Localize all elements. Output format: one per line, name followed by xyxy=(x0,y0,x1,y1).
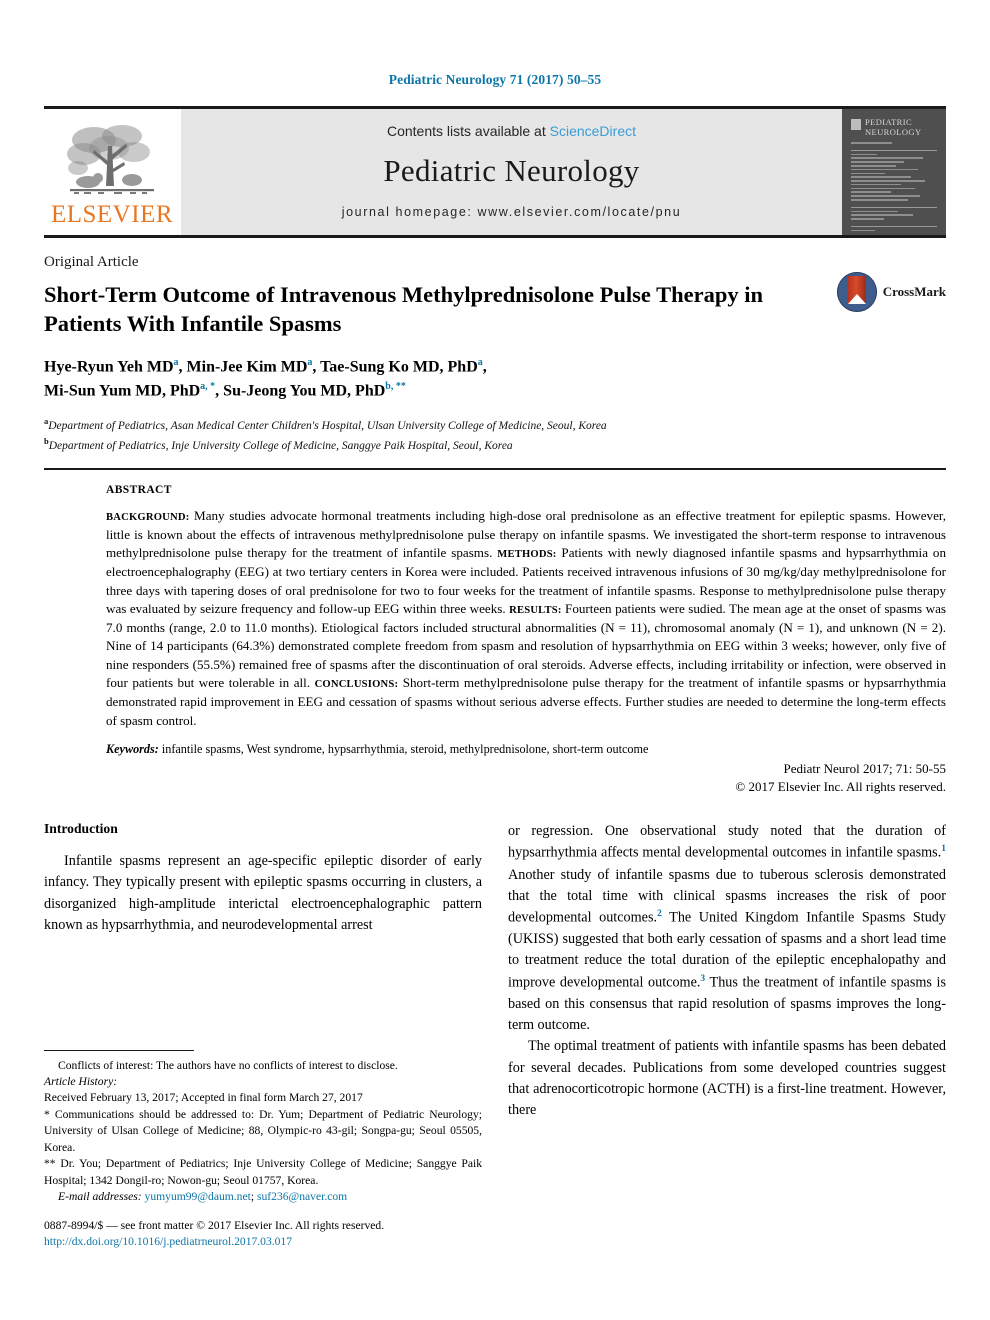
keywords-values: infantile spasms, West syndrome, hypsarr… xyxy=(158,742,649,757)
abstract-text: BACKGROUND: Many studies advocate hormon… xyxy=(106,507,946,730)
sciencedirect-link[interactable]: ScienceDirect xyxy=(550,123,636,139)
contents-available-line: Contents lists available at ScienceDirec… xyxy=(387,123,636,139)
footnote-emails: E-mail addresses: yumyum99@daum.net; suf… xyxy=(44,1189,482,1205)
abstract-label: ABSTRACT xyxy=(106,484,172,497)
copyright-line: © 2017 Elsevier Inc. All rights reserved… xyxy=(735,779,946,795)
author-3: , Tae-Sung Ko MD, PhD xyxy=(312,357,478,375)
affiliation-b-text: Department of Pediatrics, Inje Universit… xyxy=(48,439,513,452)
citation-line: Pediatr Neurol 2017; 71: 50-55 xyxy=(783,761,946,777)
footnotes-block: Conflicts of interest: The authors have … xyxy=(44,1042,482,1252)
citation-ref-1[interactable]: 1 xyxy=(941,844,946,854)
email-label: E-mail addresses: xyxy=(58,1190,142,1204)
page-title: Short-Term Outcome of Intravenous Methyl… xyxy=(44,282,763,336)
contents-prefix: Contents lists available at xyxy=(386,123,550,139)
crossmark-icon xyxy=(836,272,877,312)
footnote-correspondence-2: ** Dr. You; Department of Pediatrics; In… xyxy=(44,1156,482,1189)
journal-cover-thumbnail: PEDIATRIC NEUROLOGY xyxy=(842,109,946,235)
journal-banner: ELSEVIER Contents lists available at Sci… xyxy=(44,106,946,238)
affiliation-a: aDepartment of Pediatrics, Asan Medical … xyxy=(44,415,946,435)
cover-placeholder-lines xyxy=(851,142,937,232)
corr-2-text: Dr. You; Department of Pediatrics; Inje … xyxy=(44,1157,482,1187)
paper-page: Pediatric Neurology 71 (2017) 50–55 ELSE… xyxy=(0,0,990,1320)
author-5-affil-mark: b, ** xyxy=(385,380,406,392)
footer-block: 0887-8994/$ — see front matter © 2017 El… xyxy=(44,1218,482,1252)
affiliation-b: bDepartment of Pediatrics, Inje Universi… xyxy=(44,435,946,455)
corr-2-mark: ** xyxy=(44,1157,56,1171)
crossmark-badge-group[interactable]: CrossMark xyxy=(836,272,946,312)
left-column: Introduction Infantile spasms represent … xyxy=(44,821,482,1251)
author-line1-end: , xyxy=(482,357,487,375)
article-history-label: Article History: xyxy=(44,1074,118,1088)
right-column-text: or regression. One observational study n… xyxy=(508,821,946,1121)
footnote-correspondence-1: * Communications should be addressed to:… xyxy=(44,1107,482,1156)
right-column: or regression. One observational study n… xyxy=(508,821,946,1251)
abstract-heading-conclusions: CONCLUSIONS: xyxy=(314,679,399,691)
affiliation-a-text: Department of Pediatrics, Asan Medical C… xyxy=(48,420,607,433)
abstract-heading-results: RESULTS: xyxy=(509,605,562,617)
intro-paragraph-2: The optimal treatment of patients with i… xyxy=(508,1038,946,1119)
intro-paragraph-1: Infantile spasms represent an age-specif… xyxy=(44,853,482,934)
author-list: Hye-Ryun Yeh MDa, Min-Jee Kim MDa, Tae-S… xyxy=(44,355,834,404)
elsevier-logo: ELSEVIER xyxy=(44,109,180,235)
crossmark-label: CrossMark xyxy=(882,284,946,299)
abstract-heading-methods: METHODS: xyxy=(497,549,557,561)
abstract-heading-background: BACKGROUND: xyxy=(106,512,190,524)
email-link-1[interactable]: yumyum99@daum.net xyxy=(145,1190,251,1203)
banner-center: Contents lists available at ScienceDirec… xyxy=(180,109,842,235)
elsevier-wordmark: ELSEVIER xyxy=(50,200,174,228)
author-4: Mi-Sun Yum MD, PhD xyxy=(44,382,201,400)
journal-title: Pediatric Neurology xyxy=(383,153,640,188)
body-columns: Introduction Infantile spasms represent … xyxy=(44,821,946,1251)
section-heading-introduction: Introduction xyxy=(44,821,118,837)
journal-homepage-link[interactable]: journal homepage: www.elsevier.com/locat… xyxy=(342,205,682,219)
footnote-conflicts: Conflicts of interest: The authors have … xyxy=(58,1058,398,1072)
footnote-divider xyxy=(44,1049,194,1051)
author-5: , Su-Jeong You MD, PhD xyxy=(215,382,386,400)
abstract-gutter xyxy=(44,484,106,795)
left-column-text: Infantile spasms represent an age-specif… xyxy=(44,851,482,936)
cover-emblem-icon xyxy=(851,119,861,130)
intro-paragraph-continued: or regression. One observational study n… xyxy=(508,821,946,1036)
doi-link[interactable]: http://dx.doi.org/10.1016/j.pediatrneuro… xyxy=(44,1234,482,1251)
email-link-2[interactable]: suf236@naver.com xyxy=(257,1190,347,1203)
rp1-a: or regression. One observational study n… xyxy=(508,823,946,862)
keywords-line: Keywords: infantile spasms, West syndrom… xyxy=(106,742,946,757)
cover-title-line-2: NEUROLOGY xyxy=(865,126,922,137)
footnote-history: Received February 13, 2017; Accepted in … xyxy=(44,1091,363,1105)
keywords-label: Keywords: xyxy=(106,742,159,757)
author-1: Hye-Ryun Yeh MD xyxy=(44,357,174,375)
elsevier-tree-icon xyxy=(67,124,154,194)
issn-front-matter: 0887-8994/$ — see front matter © 2017 El… xyxy=(44,1218,385,1232)
article-header: Original Article Short-Term Outcome of I… xyxy=(44,238,946,454)
author-4-affil-mark: a, * xyxy=(200,380,216,392)
corr-1-text: Communications should be addressed to: D… xyxy=(44,1107,482,1154)
author-2: , Min-Jee Kim MD xyxy=(178,357,308,375)
article-type: Original Article xyxy=(44,254,139,270)
footnote-history-label: Article History: xyxy=(44,1074,482,1090)
running-head: Pediatric Neurology 71 (2017) 50–55 xyxy=(388,72,602,87)
abstract-section: ABSTRACT BACKGROUND: Many studies advoca… xyxy=(44,470,946,795)
